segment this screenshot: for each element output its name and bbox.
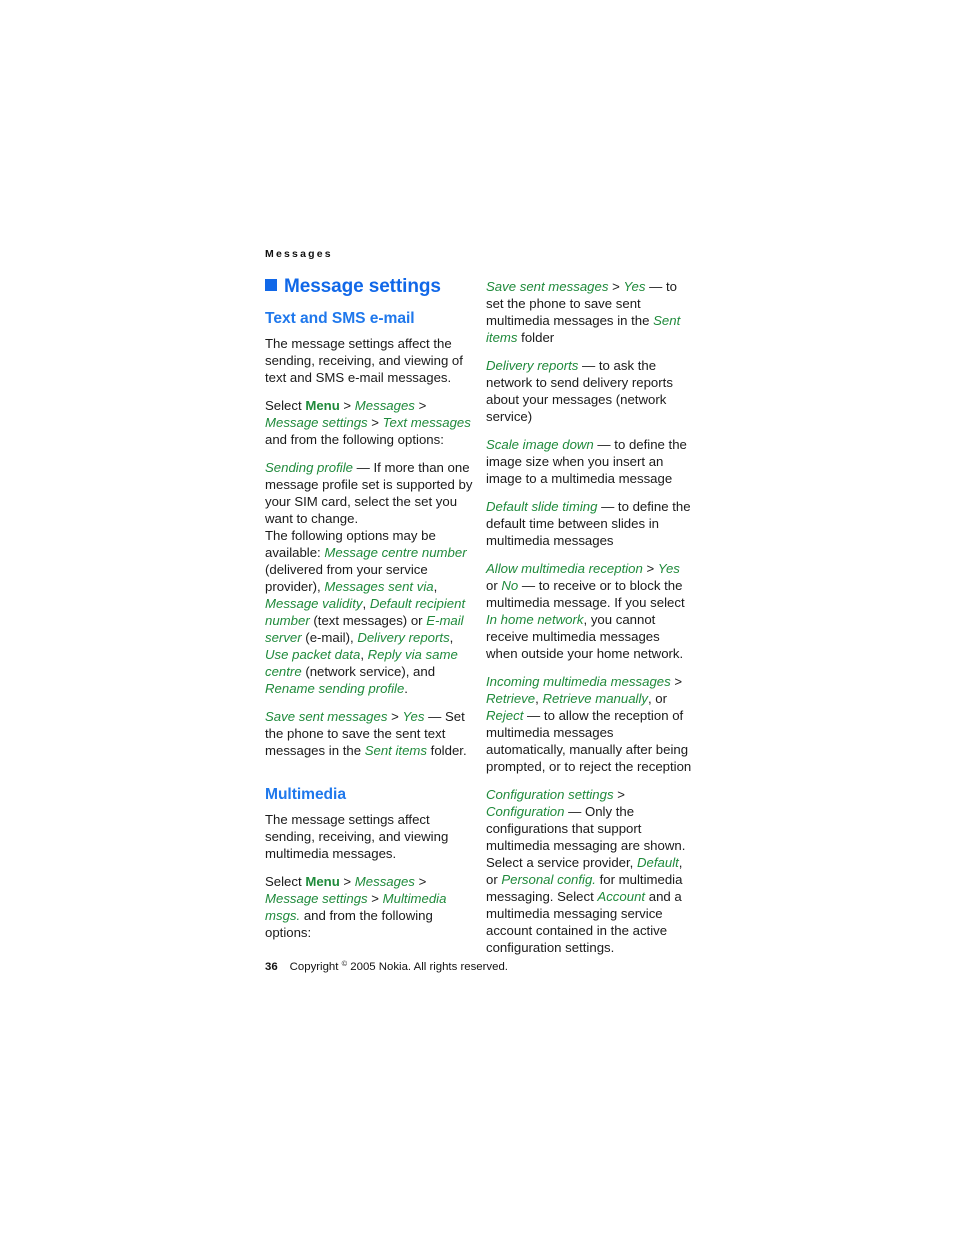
path-separator: > [613, 787, 625, 802]
paragraph-text: (text messages) or [309, 613, 427, 628]
setting-value-no: No [501, 578, 519, 593]
menu-item-messages: Messages [354, 874, 415, 889]
path-separator: > [670, 674, 683, 689]
paragraph-text: The message settings affect sending, rec… [265, 812, 449, 861]
setting-value-yes: Yes [623, 279, 646, 294]
paragraph-text: . [404, 681, 408, 696]
paragraph-text: , [433, 579, 438, 594]
setting-term-default-slide-timing: Default slide timing [486, 499, 598, 514]
paragraph-intro-multimedia: The message settings affect sending, rec… [265, 811, 477, 862]
paragraph-text: folder [517, 330, 555, 345]
setting-value-reject: Reject [486, 708, 524, 723]
path-separator: > [339, 874, 355, 889]
paragraph-text: (e-mail), [301, 630, 358, 645]
left-column: Message settings Text and SMS e-mail The… [265, 276, 477, 952]
menu-keyword: Menu [305, 398, 340, 413]
paragraph-text: The message settings affect the sending,… [265, 336, 463, 385]
option-rename-sending-profile: Rename sending profile [265, 681, 405, 696]
setting-value-yes: Yes [402, 709, 425, 724]
paragraph-scale-image-down: Scale image down — to define the image s… [486, 436, 692, 487]
setting-term-scale-image-down: Scale image down [486, 437, 594, 452]
paragraph-text: , [360, 647, 368, 662]
page-number: 36 [265, 961, 278, 973]
paragraph-text: , [362, 596, 370, 611]
option-use-packet-data: Use packet data [265, 647, 361, 662]
paragraph-text: or [486, 578, 502, 593]
paragraph-delivery-reports: Delivery reports — to ask the network to… [486, 357, 692, 425]
section-heading: Message settings [265, 276, 477, 298]
setting-value-personal-config: Personal config. [501, 872, 596, 887]
menu-item-text-messages: Text messages [382, 415, 471, 430]
option-delivery-reports: Delivery reports [357, 630, 450, 645]
setting-value-retrieve: Retrieve [486, 691, 536, 706]
paragraph-text: , [449, 630, 454, 645]
setting-value-default: Default [637, 855, 679, 870]
option-messages-sent-via: Messages sent via [324, 579, 434, 594]
copyright-prefix: Copyright [289, 961, 342, 973]
paragraph-default-slide-timing: Default slide timing — to define the def… [486, 498, 692, 549]
path-separator: > [414, 398, 427, 413]
right-column: Save sent messages > Yes — to set the ph… [486, 278, 692, 967]
select-word: Select [265, 398, 306, 413]
document-page: Messages Message settings Text and SMS e… [0, 0, 954, 1235]
setting-term-allow-multimedia-reception: Allow multimedia reception [486, 561, 643, 576]
paragraph-sending-profile: Sending profile — If more than one messa… [265, 459, 477, 527]
path-separator: > [414, 874, 427, 889]
paragraph-save-sent-messages-mms: Save sent messages > Yes — to set the ph… [486, 278, 692, 346]
menu-keyword: Menu [305, 874, 340, 889]
running-header: Messages [265, 248, 333, 260]
path-separator: > [608, 279, 624, 294]
option-message-centre-number: Message centre number [324, 545, 467, 560]
paragraph-intro-text-sms: The message settings affect the sending,… [265, 335, 477, 386]
path-separator: > [387, 709, 403, 724]
paragraph-configuration-settings: Configuration settings > Configuration —… [486, 786, 692, 956]
setting-term-save-sent-messages: Save sent messages [486, 279, 609, 294]
menu-item-message-settings: Message settings [265, 891, 368, 906]
select-word: Select [265, 874, 306, 889]
subsection-heading-text-sms-email: Text and SMS e-mail [265, 310, 415, 327]
menu-item-messages: Messages [354, 398, 415, 413]
paragraph-allow-multimedia-reception: Allow multimedia reception > Yes or No —… [486, 560, 692, 662]
paragraph-text: , or [647, 691, 668, 706]
path-separator: > [339, 398, 355, 413]
setting-term-sending-profile: Sending profile [265, 460, 353, 475]
subsection-heading-multimedia: Multimedia [265, 786, 346, 803]
section-heading-label: Message settings [284, 276, 441, 297]
page-footer: 36 Copyright © 2005 Nokia. All rights res… [265, 957, 508, 974]
paragraph-text: folder. [427, 743, 467, 758]
path-separator: > [642, 561, 658, 576]
setting-value-retrieve-manually: Retrieve manually [542, 691, 648, 706]
setting-term-incoming-multimedia-messages: Incoming multimedia messages [486, 674, 671, 689]
paragraph-text: and from the following options: [265, 432, 444, 447]
square-bullet-icon [265, 279, 277, 291]
path-separator: > [367, 891, 383, 906]
path-separator: > [367, 415, 383, 430]
paragraph-select-path-multimedia: Select Menu > Messages > Message setting… [265, 873, 477, 941]
setting-value-configuration: Configuration [486, 804, 565, 819]
option-message-validity: Message validity [265, 596, 363, 611]
paragraph-following-options: The following options may be available: … [265, 527, 477, 697]
folder-sent-items: Sent items [364, 743, 428, 758]
copyright-suffix: 2005 Nokia. All rights reserved. [347, 961, 508, 973]
setting-value-account: Account [597, 889, 646, 904]
setting-value-yes: Yes [657, 561, 680, 576]
paragraph-save-sent-messages-text: Save sent messages > Yes — Set the phone… [265, 708, 477, 759]
paragraph-incoming-multimedia-messages: Incoming multimedia messages > Retrieve,… [486, 673, 692, 775]
setting-value-in-home-network: In home network [486, 612, 584, 627]
setting-term-delivery-reports: Delivery reports [486, 358, 579, 373]
menu-item-message-settings: Message settings [265, 415, 368, 430]
paragraph-select-path-text-messages: Select Menu > Messages > Message setting… [265, 397, 477, 448]
paragraph-text: (network service), and [301, 664, 436, 679]
setting-term-configuration-settings: Configuration settings [486, 787, 614, 802]
setting-term-save-sent-messages: Save sent messages [265, 709, 388, 724]
